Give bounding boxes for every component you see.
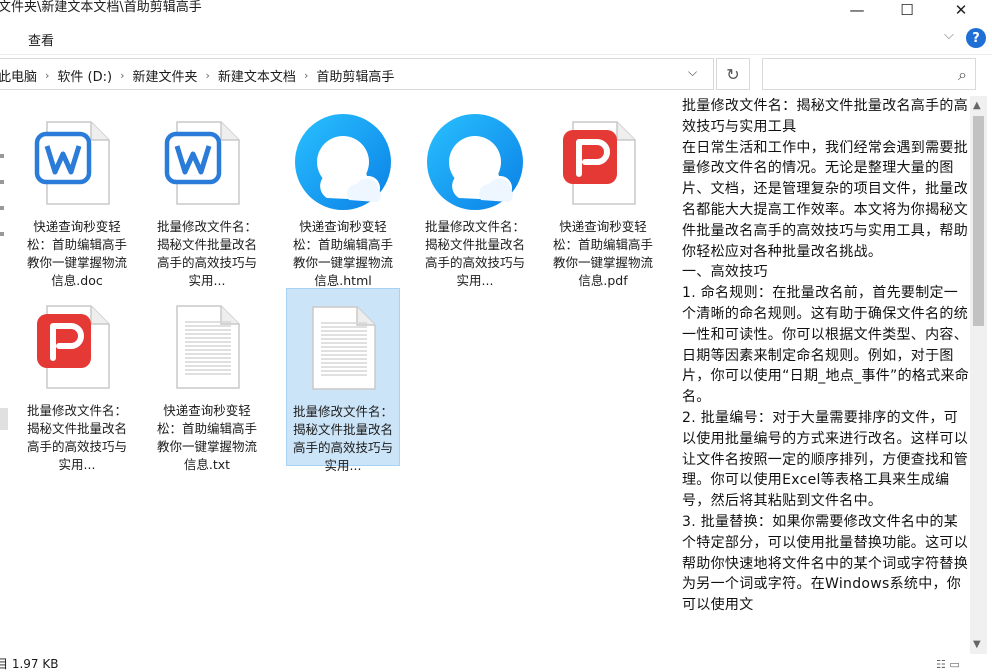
address-bar[interactable]: 此电脑 › 软件 (D:) › 新建文件夹 › 新建文本文档 › 首助剪辑高手 ⌵	[0, 58, 714, 90]
close-button[interactable]: ✕	[938, 0, 984, 20]
file-item[interactable]: 批量修改文件名：揭秘文件批量改名高手的高效技巧与实用...	[150, 104, 264, 288]
file-name: 快递查询秒变轻松：首助编辑高手教你一键掌握物流信息.html	[292, 219, 393, 288]
status-bar: 目 1.97 KB ☷ ▭	[0, 656, 992, 672]
file-item[interactable]: 快递查询秒变轻松：首助编辑高手教你一键掌握物流信息.html	[286, 104, 400, 288]
word-document-icon	[27, 112, 127, 212]
scrollbar-thumb[interactable]	[973, 116, 984, 326]
navigation-pane[interactable]	[0, 96, 10, 656]
file-item[interactable]: 批量修改文件名：揭秘文件批量改名高手的高效技巧与实用...	[20, 288, 134, 472]
minimize-button[interactable]: —	[834, 0, 880, 20]
address-row: 此电脑 › 软件 (D:) › 新建文件夹 › 新建文本文档 › 首助剪辑高手 ⌵ ↻ ⌕	[0, 58, 992, 92]
preview-text: 批量修改文件名：揭秘文件批量改名高手的高效技巧与实用工具 在日常生活和工作中，我…	[682, 98, 970, 614]
file-name: 批量修改文件名：揭秘文件批量改名高手的高效技巧与实用...	[26, 403, 127, 472]
breadcrumb-separator-icon[interactable]: ›	[206, 69, 210, 82]
pdf-document-icon	[553, 112, 653, 212]
breadcrumb: 此电脑 › 软件 (D:) › 新建文件夹 › 新建文本文档 › 首助剪辑高手	[0, 59, 394, 91]
file-item[interactable]: 快递查询秒变轻松：首助编辑高手教你一键掌握物流信息.pdf	[546, 104, 660, 288]
text-document-icon	[293, 297, 393, 397]
breadcrumb-separator-icon[interactable]: ›	[45, 69, 49, 82]
preview-pane: 批量修改文件名：揭秘文件批量改名高手的高效技巧与实用工具 在日常生活和工作中，我…	[682, 96, 972, 652]
browser-html-icon	[425, 112, 525, 212]
browser-html-icon	[293, 112, 393, 212]
file-name: 批量修改文件名：揭秘文件批量改名高手的高效技巧与实用...	[424, 219, 525, 288]
search-icon: ⌕	[958, 65, 967, 84]
breadcrumb-item[interactable]: 软件 (D:)	[57, 66, 112, 85]
window-title: 文件夹\新建文本文档\首助剪辑高手	[0, 0, 202, 15]
file-name: 快递查询秒变轻松：首助编辑高手教你一键掌握物流信息.txt	[156, 403, 257, 472]
nav-expand-icon[interactable]	[0, 180, 4, 184]
file-item[interactable]: 批量修改文件名：揭秘文件批量改名高手的高效技巧与实用...	[286, 288, 400, 473]
breadcrumb-separator-icon[interactable]: ›	[120, 69, 124, 82]
preview-scrollbar[interactable]: ▲ ▼	[970, 96, 987, 654]
breadcrumb-item[interactable]: 新建文件夹	[133, 66, 198, 85]
search-input[interactable]: ⌕	[762, 58, 976, 90]
scroll-up-icon[interactable]: ▲	[973, 100, 981, 111]
tab-view[interactable]: 查看	[28, 30, 54, 49]
ribbon: 查看 ⌵ ?	[0, 24, 992, 55]
breadcrumb-item[interactable]: 新建文本文档	[218, 66, 296, 85]
word-document-icon	[157, 112, 257, 212]
file-name: 快递查询秒变轻松：首助编辑高手教你一键掌握物流信息.doc	[26, 219, 127, 288]
status-text: 目 1.97 KB	[0, 657, 59, 671]
nav-selected-item[interactable]	[0, 408, 8, 430]
file-item[interactable]: 快递查询秒变轻松：首助编辑高手教你一键掌握物流信息.doc	[20, 104, 134, 288]
nav-expand-icon[interactable]	[0, 232, 4, 236]
file-name: 批量修改文件名：揭秘文件批量改名高手的高效技巧与实用...	[156, 219, 257, 288]
nav-expand-icon[interactable]	[0, 154, 4, 158]
breadcrumb-item[interactable]: 此电脑	[0, 66, 37, 85]
chevron-down-icon[interactable]: ⌵	[944, 28, 954, 43]
refresh-button[interactable]: ↻	[716, 58, 750, 90]
maximize-button[interactable]: ☐	[884, 0, 930, 20]
scroll-down-icon[interactable]: ▼	[973, 639, 981, 650]
file-name: 快递查询秒变轻松：首助编辑高手教你一键掌握物流信息.pdf	[552, 219, 653, 288]
text-document-icon	[157, 296, 257, 396]
help-icon[interactable]: ?	[966, 28, 986, 48]
breadcrumb-item[interactable]: 首助剪辑高手	[316, 66, 394, 85]
file-item[interactable]: 快递查询秒变轻松：首助编辑高手教你一键掌握物流信息.txt	[150, 288, 264, 472]
file-grid: 快递查询秒变轻松：首助编辑高手教你一键掌握物流信息.doc 批量修改文件名：揭秘文…	[20, 104, 660, 654]
nav-expand-icon[interactable]	[0, 206, 4, 210]
pdf-document-icon	[27, 296, 127, 396]
breadcrumb-separator-icon[interactable]: ›	[304, 69, 308, 82]
title-bar: 文件夹\新建文本文档\首助剪辑高手 — ☐ ✕	[0, 0, 992, 22]
view-mode-icons[interactable]: ☷ ▭	[936, 658, 960, 671]
address-history-icon[interactable]: ⌵	[688, 65, 697, 80]
file-name: 批量修改文件名：揭秘文件批量改名高手的高效技巧与实用...	[292, 404, 393, 473]
file-item[interactable]: 批量修改文件名：揭秘文件批量改名高手的高效技巧与实用...	[418, 104, 532, 288]
